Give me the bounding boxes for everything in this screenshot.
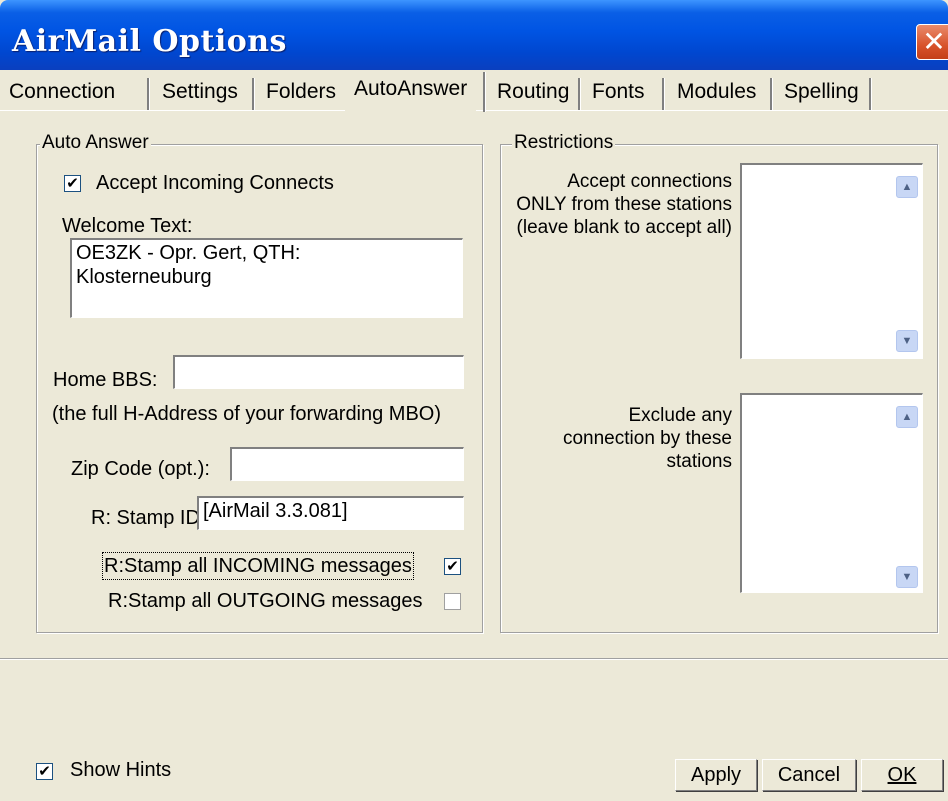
stamp-incoming-checkbox[interactable]: ✔ bbox=[444, 558, 461, 575]
zip-code-field[interactable] bbox=[230, 447, 464, 481]
check-icon: ✔ bbox=[38, 763, 51, 780]
tab-fonts[interactable]: Fonts bbox=[583, 74, 654, 110]
check-icon: ✔ bbox=[66, 175, 79, 192]
separator-line-highlight bbox=[0, 659, 948, 660]
tab-folders[interactable]: Folders bbox=[257, 74, 346, 110]
zip-code-label: Zip Code (opt.): bbox=[71, 458, 210, 480]
tab-settings[interactable]: Settings bbox=[153, 74, 247, 110]
check-icon: ✔ bbox=[446, 558, 459, 575]
ok-button[interactable]: OK bbox=[861, 759, 943, 791]
home-bbs-field[interactable] bbox=[173, 355, 464, 389]
tab-separator bbox=[869, 78, 872, 110]
stamp-outgoing-label[interactable]: R:Stamp all OUTGOING messages bbox=[108, 589, 423, 613]
tab-modules[interactable]: Modules bbox=[668, 74, 766, 110]
welcome-text-label: Welcome Text: bbox=[62, 215, 193, 237]
stamp-outgoing-checkbox[interactable] bbox=[444, 593, 461, 610]
stamp-incoming-label[interactable]: R:Stamp all INCOMING messages bbox=[102, 552, 414, 580]
restrictions-group-label: Restrictions bbox=[512, 132, 616, 154]
window-title: AirMail Options bbox=[12, 24, 287, 59]
tab-spelling[interactable]: Spelling bbox=[775, 74, 868, 110]
apply-button[interactable]: Apply bbox=[675, 759, 757, 791]
accept-only-label: Accept connections ONLY from these stati… bbox=[516, 171, 732, 238]
tab-separator bbox=[578, 78, 581, 110]
tab-separator bbox=[770, 78, 773, 110]
close-icon: ✕ bbox=[922, 26, 946, 57]
cancel-button[interactable]: Cancel bbox=[762, 759, 856, 791]
stamp-id-field[interactable]: [AirMail 3.3.081] bbox=[197, 496, 464, 530]
scroll-up-icon[interactable]: ▲ bbox=[896, 176, 918, 198]
accept-incoming-checkbox[interactable]: ✔ bbox=[64, 175, 81, 192]
tab-routing[interactable]: Routing bbox=[488, 74, 579, 110]
scroll-down-icon[interactable]: ▼ bbox=[896, 330, 918, 352]
tab-separator bbox=[662, 78, 665, 110]
scroll-down-icon[interactable]: ▼ bbox=[896, 566, 918, 588]
tab-separator bbox=[483, 72, 486, 112]
show-hints-label[interactable]: Show Hints bbox=[70, 758, 171, 782]
tab-separator bbox=[252, 78, 255, 110]
tab-connection[interactable]: Connection bbox=[0, 74, 125, 110]
show-hints-checkbox[interactable]: ✔ bbox=[36, 763, 53, 780]
tab-separator bbox=[147, 78, 150, 110]
accept-incoming-label[interactable]: Accept Incoming Connects bbox=[96, 171, 334, 195]
tab-autoanswer[interactable]: AutoAnswer bbox=[345, 70, 477, 112]
home-bbs-label: Home BBS: bbox=[53, 369, 158, 391]
home-bbs-hint: (the full H-Address of your forwarding M… bbox=[52, 403, 442, 425]
close-button[interactable]: ✕ bbox=[916, 24, 948, 60]
auto-answer-group-label: Auto Answer bbox=[40, 132, 151, 154]
stamp-id-label: R: Stamp ID: bbox=[91, 507, 206, 529]
welcome-text-field[interactable]: OE3ZK - Opr. Gert, QTH: Klosterneuburg bbox=[70, 238, 463, 318]
scroll-up-icon[interactable]: ▲ bbox=[896, 406, 918, 428]
exclude-label: Exclude any connection by these stations bbox=[562, 405, 732, 472]
